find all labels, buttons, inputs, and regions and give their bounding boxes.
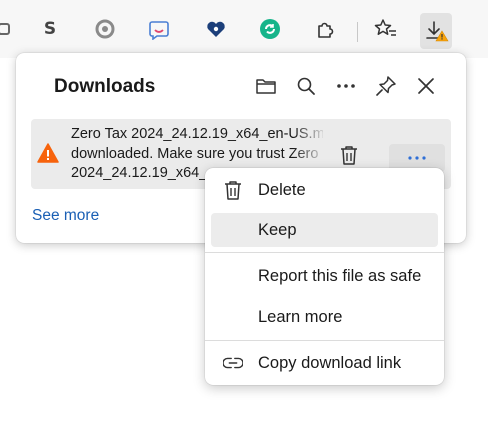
download-context-menu: Delete Keep Report this file as safe Lea… bbox=[205, 168, 444, 385]
extension-face-icon[interactable] bbox=[143, 13, 175, 45]
extension-s-icon[interactable]: S bbox=[34, 13, 66, 45]
extension-refresh-icon[interactable] bbox=[254, 13, 286, 45]
extensions-puzzle-icon[interactable] bbox=[309, 13, 341, 45]
menu-separator bbox=[205, 252, 444, 253]
downloads-title: Downloads bbox=[54, 76, 156, 97]
download-line-1: Zero Tax 2024_24.12.19_x64_en-US.ms bbox=[71, 126, 323, 142]
extension-partial-icon[interactable] bbox=[0, 13, 20, 45]
close-icon[interactable] bbox=[411, 71, 441, 101]
more-dots-icon bbox=[408, 156, 426, 160]
extension-circle-icon[interactable] bbox=[89, 13, 121, 45]
warning-icon bbox=[37, 143, 59, 163]
pin-icon[interactable] bbox=[371, 71, 401, 101]
menu-item-report-safe-label: Report this file as safe bbox=[258, 267, 422, 285]
favorites-star-icon[interactable] bbox=[370, 13, 402, 45]
delete-download-icon[interactable] bbox=[337, 143, 361, 167]
trash-icon bbox=[223, 180, 243, 200]
menu-item-report-safe[interactable]: Report this file as safe bbox=[211, 259, 438, 293]
menu-item-copy-link-label: Copy download link bbox=[258, 354, 402, 372]
more-options-icon[interactable] bbox=[331, 71, 361, 101]
open-folder-icon[interactable] bbox=[251, 71, 281, 101]
menu-item-keep-label: Keep bbox=[258, 221, 297, 239]
browser-toolbar: S bbox=[0, 0, 488, 58]
download-line-2: downloaded. Make sure you trust Zero bbox=[71, 145, 319, 162]
menu-item-delete[interactable]: Delete bbox=[211, 173, 438, 207]
extension-heart-key-icon[interactable] bbox=[200, 13, 232, 45]
menu-item-copy-link[interactable]: Copy download link bbox=[211, 346, 438, 380]
menu-item-learn-more[interactable]: Learn more bbox=[211, 300, 438, 334]
menu-item-keep[interactable]: Keep bbox=[211, 213, 438, 247]
menu-item-delete-label: Delete bbox=[258, 181, 306, 199]
search-icon[interactable] bbox=[291, 71, 321, 101]
menu-separator bbox=[205, 340, 444, 341]
menu-item-learn-more-label: Learn more bbox=[258, 308, 343, 326]
see-more-link[interactable]: See more bbox=[32, 207, 99, 225]
toolbar-separator bbox=[357, 22, 358, 42]
link-icon bbox=[223, 353, 243, 373]
downloads-warning-icon[interactable] bbox=[420, 13, 452, 49]
